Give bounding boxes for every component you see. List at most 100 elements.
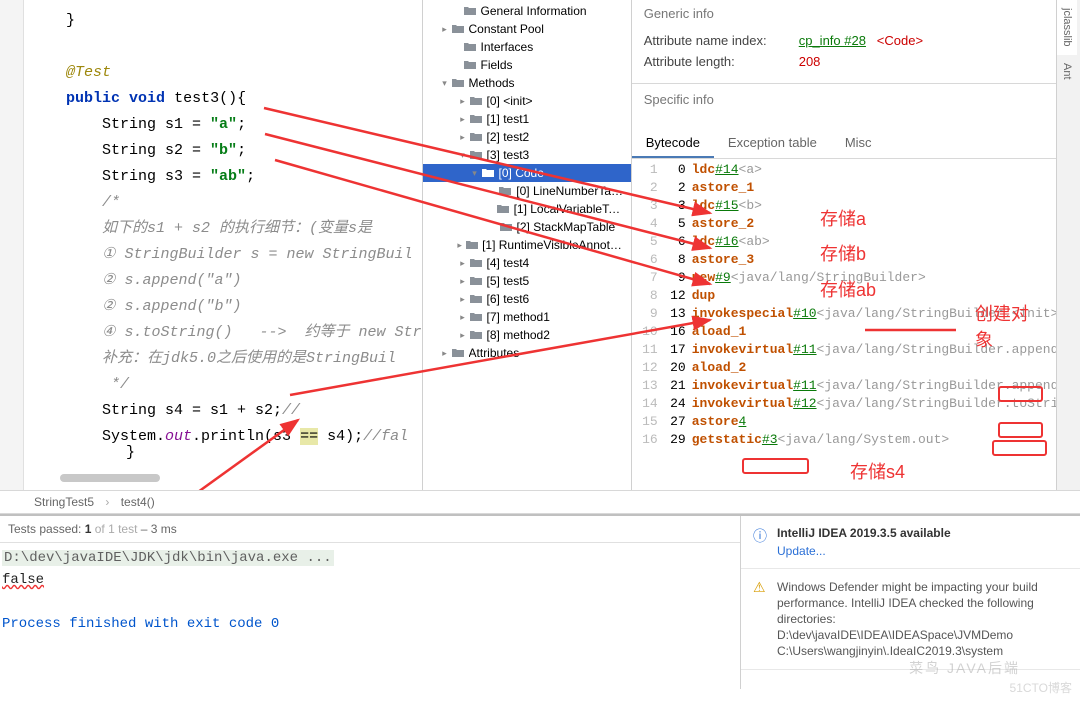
tree-arrow-icon[interactable]: ▸ <box>457 96 469 107</box>
folder-icon <box>498 185 512 197</box>
bytecode-cp-link[interactable]: #15 <box>715 197 738 215</box>
console-output[interactable]: D:\dev\javaIDE\JDK\jdk\bin\java.exe ... … <box>0 543 740 639</box>
tree-item[interactable]: ▸[6] test6 <box>423 290 631 308</box>
tree-item[interactable]: ▸ [2] test2 <box>423 128 631 146</box>
tree-item[interactable]: ▸ Attributes <box>423 344 631 362</box>
attr-len-value: 208 <box>799 54 821 69</box>
bytecode-line[interactable]: 45astore_2 <box>638 215 1074 233</box>
bytecode-cp-link[interactable]: #10 <box>793 305 816 323</box>
notification-update[interactable]: ⓘ IntelliJ IDEA 2019.3.5 available Updat… <box>741 516 1080 569</box>
tree-arrow-icon[interactable]: ▸ <box>454 240 465 251</box>
console-panel: Tests passed: 1 of 1 test – 3 ms D:\dev\… <box>0 516 740 689</box>
bytecode-cp-link[interactable]: #3 <box>762 431 778 449</box>
breadcrumb[interactable]: StringTest5 › test4() <box>0 490 1080 514</box>
annotation-test: @Test <box>66 64 111 81</box>
tree-arrow-icon[interactable]: ▾ <box>469 168 481 179</box>
tree-arrow-icon[interactable]: ▸ <box>439 348 451 359</box>
folder-icon <box>499 221 513 233</box>
bytecode-cp-link[interactable]: #12 <box>793 395 816 413</box>
bytecode-line[interactable]: 812dup <box>638 287 1074 305</box>
bytecode-cp-link[interactable]: #11 <box>793 377 816 395</box>
bytecode-tab-bar: Bytecode Exception table Misc <box>632 129 1080 159</box>
tab-exception-table[interactable]: Exception table <box>714 129 831 158</box>
tree-item-label: [4] test4 <box>487 256 530 270</box>
tree-item[interactable]: ▾Methods <box>423 74 631 92</box>
tree-arrow-icon[interactable]: ▸ <box>457 132 469 143</box>
bytecode-extra: <b> <box>739 197 762 215</box>
attr-name-link[interactable]: cp_info #28 <box>799 33 866 48</box>
bytecode-line[interactable]: 1016aload_1 <box>638 323 1074 341</box>
tree-arrow-icon[interactable]: ▸ <box>457 258 469 269</box>
notification-defender[interactable]: ⚠ Windows Defender might be impacting yo… <box>741 569 1080 670</box>
side-tab-ant[interactable]: Ant <box>1057 55 1077 88</box>
bytecode-panel: Generic info Attribute name index: cp_in… <box>632 0 1080 490</box>
bytecode-cp-link[interactable]: 4 <box>739 413 747 431</box>
bytecode-extra: <java/lang/StringBuilder.append> <box>817 341 1067 359</box>
bytecode-line[interactable]: 33ldc #15 <b> <box>638 197 1074 215</box>
tree-item-label: [2] test2 <box>487 130 530 144</box>
tree-arrow-icon[interactable]: ▸ <box>439 24 451 35</box>
tab-bytecode[interactable]: Bytecode <box>632 129 714 158</box>
bytecode-line[interactable]: 1220aload_2 <box>638 359 1074 377</box>
bytecode-line[interactable]: 10ldc #14 <a> <box>638 161 1074 179</box>
bytecode-line[interactable]: 913invokespecial #10 <java/lang/StringBu… <box>638 305 1074 323</box>
tree-item[interactable]: General Information <box>423 2 631 20</box>
tree-item[interactable]: ▾ [3] test3 <box>423 146 631 164</box>
bytecode-line[interactable]: 79new #9 <java/lang/StringBuilder> <box>638 269 1074 287</box>
specific-info-title: Specific info <box>644 92 1068 107</box>
breadcrumb-file[interactable]: StringTest5 <box>30 493 98 511</box>
tree-item-label: Attributes <box>469 346 520 360</box>
tree-item[interactable]: ▸[8] method2 <box>423 326 631 344</box>
bytecode-extra: <a> <box>739 161 762 179</box>
bytecode-listing[interactable]: 10ldc #14 <a>22astore_133ldc #15 <b>45as… <box>632 159 1080 451</box>
bytecode-cp-link[interactable]: #11 <box>793 341 816 359</box>
tree-item[interactable]: ▾ [0] Code <box>423 164 631 182</box>
tree-item[interactable]: ▸ [1] test1 <box>423 110 631 128</box>
folder-icon <box>463 59 477 71</box>
tree-item[interactable]: ▸ [4] test4 <box>423 254 631 272</box>
breadcrumb-method[interactable]: test4() <box>117 493 159 511</box>
folder-icon <box>481 167 495 179</box>
tree-arrow-icon[interactable]: ▾ <box>457 150 469 161</box>
folder-icon <box>469 95 483 107</box>
bytecode-line[interactable]: 1117invokevirtual #11 <java/lang/StringB… <box>638 341 1074 359</box>
tree-item-label: [1] test1 <box>487 112 530 126</box>
generic-info-title: Generic info <box>644 6 1068 21</box>
red-box-tostring <box>992 440 1047 456</box>
tree-arrow-icon[interactable]: ▸ <box>457 114 469 125</box>
tree-arrow-icon[interactable]: ▸ <box>457 294 469 305</box>
bytecode-line[interactable]: 22astore_1 <box>638 179 1074 197</box>
tree-arrow-icon[interactable]: ▸ <box>457 276 469 287</box>
notification-update-link[interactable]: Update... <box>777 544 1068 558</box>
tab-misc[interactable]: Misc <box>831 129 886 158</box>
editor-scrollbar-thumb[interactable] <box>60 474 160 482</box>
side-tab-jclasslib[interactable]: jclasslib <box>1057 0 1077 55</box>
tree-arrow-icon[interactable]: ▸ <box>457 312 469 323</box>
class-structure-tree[interactable]: General Information ▸ Constant Pool Interfa… <box>422 0 632 490</box>
editor-gutter <box>0 0 24 490</box>
bytecode-cp-link[interactable]: #16 <box>715 233 738 251</box>
tree-item[interactable]: ▸[1] RuntimeVisibleAnnotatio... <box>423 236 631 254</box>
tree-item[interactable]: Interfaces <box>423 38 631 56</box>
tree-arrow-icon[interactable]: ▸ <box>457 330 469 341</box>
tree-item-label: [3] test3 <box>487 148 530 162</box>
tree-item-label: Constant Pool <box>469 22 544 36</box>
code-editor[interactable]: } @Test public void test3(){ String s1 =… <box>0 0 422 490</box>
tree-item[interactable]: ▸[7] method1 <box>423 308 631 326</box>
tree-item[interactable]: [0] LineNumberTable <box>423 182 631 200</box>
tree-item[interactable]: ▸ Constant Pool <box>423 20 631 38</box>
bytecode-line[interactable]: 68astore_3 <box>638 251 1074 269</box>
warning-icon: ⚠ <box>753 579 771 659</box>
bytecode-cp-link[interactable]: #14 <box>715 161 738 179</box>
tree-item[interactable]: ▸ [5] test5 <box>423 272 631 290</box>
tree-arrow-icon[interactable]: ▾ <box>439 78 451 89</box>
tree-item[interactable]: ▸[0] <init> <box>423 92 631 110</box>
watermark-2: 51CTO博客 <box>1010 679 1072 696</box>
bytecode-line[interactable]: 56ldc #16 <ab> <box>638 233 1074 251</box>
tree-item[interactable]: [1] LocalVariableTable <box>423 200 631 218</box>
bytecode-cp-link[interactable]: #9 <box>715 269 731 287</box>
tree-item[interactable]: Fields <box>423 56 631 74</box>
tree-item-label: [0] Code <box>499 166 544 180</box>
tree-item[interactable]: [2] StackMapTable <box>423 218 631 236</box>
tree-item-label: [5] test5 <box>487 274 530 288</box>
